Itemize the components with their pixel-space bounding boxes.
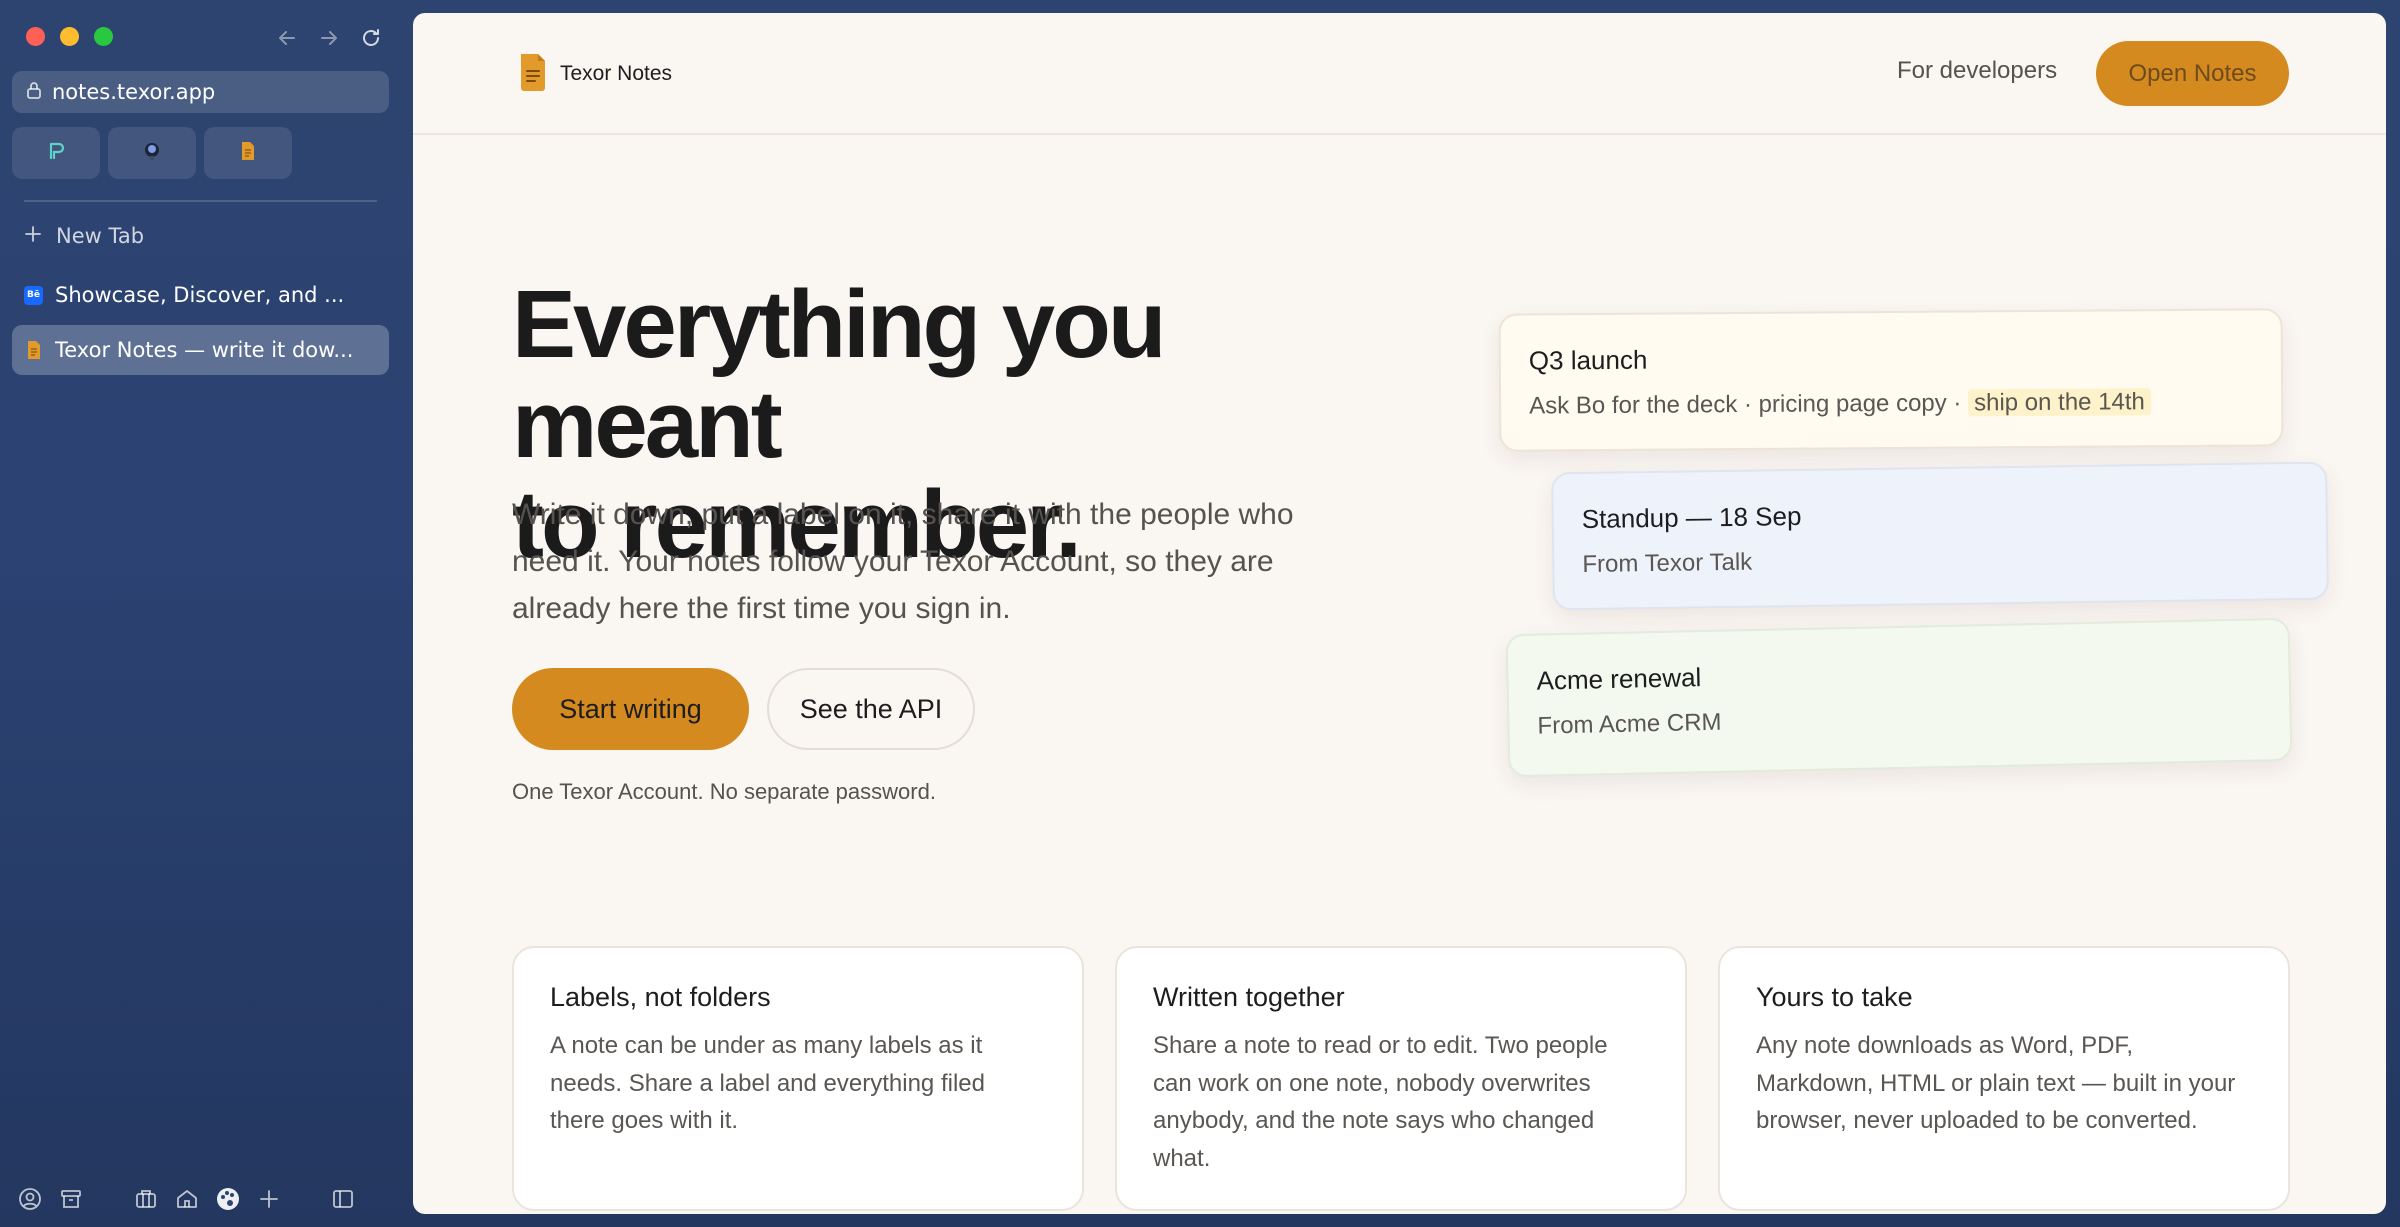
note-title: Acme renewal (1536, 662, 1702, 696)
navigation-controls (273, 24, 385, 52)
site-header: Texor Notes For developers Open Notes (413, 13, 2386, 135)
feature-body: A note can be under as many labels as it… (550, 1032, 985, 1134)
behance-favicon-icon: Bē (24, 285, 43, 305)
feature-body: Share a note to read or to edit. Two peo… (1153, 1032, 1608, 1172)
home-icon[interactable] (173, 1185, 201, 1213)
brand-name: Texor Notes (560, 62, 673, 85)
feature-card-yours-to-take: Yours to take Any note downloads as Word… (1718, 946, 2290, 1211)
sidebar-bottom-bar (16, 1185, 386, 1213)
web-page: Texor Notes For developers Open Notes Ev… (413, 13, 2386, 1214)
pinned-tab-threads[interactable] (12, 127, 100, 179)
note-card-acme-renewal: Acme renewal From Acme CRM (1505, 617, 2293, 778)
window-controls (26, 27, 113, 46)
feature-title: Written together (1153, 982, 1345, 1012)
plus-icon (24, 224, 42, 248)
note-body: Ask Bo for the deck · pricing page copy … (1529, 389, 1969, 420)
notes-logo-icon (518, 51, 548, 97)
minimize-window-button[interactable] (60, 27, 79, 46)
note-source: From Texor Talk (1582, 548, 1753, 578)
forward-arrow-icon[interactable] (315, 24, 343, 52)
feature-title: Labels, not folders (550, 982, 771, 1012)
tab-texor-notes[interactable]: Texor Notes — write it dow... (12, 325, 389, 375)
new-tab-button[interactable]: New Tab (12, 218, 389, 254)
tab-label: Texor Notes — write it dow... (55, 338, 354, 362)
feature-card-labels: Labels, not folders A note can be under … (512, 946, 1084, 1211)
open-notes-button[interactable]: Open Notes (2096, 41, 2289, 106)
new-tab-label: New Tab (56, 224, 145, 248)
feature-title: Yours to take (1756, 982, 1913, 1012)
notes-favicon-icon (24, 341, 43, 360)
see-the-api-button[interactable]: See the API (767, 668, 975, 750)
for-developers-link[interactable]: For developers (1897, 57, 2057, 85)
note-card-standup: Standup — 18 Sep From Texor Talk (1551, 461, 2329, 611)
feature-card-written-together: Written together Share a note to read or… (1115, 946, 1687, 1211)
brand-logo[interactable]: Texor Notes (518, 51, 672, 97)
pinned-tabs (12, 127, 292, 179)
microphone-icon (141, 140, 163, 166)
spaces-icon[interactable] (132, 1185, 160, 1213)
sidebar-divider (24, 200, 377, 202)
palette-icon[interactable] (214, 1185, 242, 1213)
lock-icon (26, 80, 42, 105)
profile-icon[interactable] (16, 1185, 44, 1213)
back-arrow-icon[interactable] (273, 24, 301, 52)
feature-body: Any note downloads as Word, PDF, Markdow… (1756, 1032, 2236, 1134)
pinned-tab-podcast[interactable] (108, 127, 196, 179)
close-window-button[interactable] (26, 27, 45, 46)
note-snippet: Ask Bo for the deck · pricing page copy … (1529, 387, 2253, 420)
archive-icon[interactable] (57, 1185, 85, 1213)
browser-sidebar: notes.texor.app New Tab Bē Showcase, Dis… (0, 0, 413, 1227)
note-card-q3-launch: Q3 launch Ask Bo for the deck · pricing … (1498, 308, 2284, 452)
notes-icon (240, 141, 256, 165)
tab-showcase[interactable]: Bē Showcase, Discover, and ... (12, 270, 389, 320)
note-title: Q3 launch (1528, 344, 1648, 376)
account-footnote: One Texor Account. No separate password. (512, 779, 936, 804)
hero-subtitle: Write it down, put a label on it, share … (512, 498, 1294, 625)
threads-icon (45, 140, 67, 166)
reload-icon[interactable] (357, 24, 385, 52)
note-title: Standup — 18 Sep (1581, 500, 1802, 534)
hero-title-line-1: Everything you meant (512, 271, 1166, 478)
start-writing-button[interactable]: Start writing (512, 668, 749, 750)
maximize-window-button[interactable] (94, 27, 113, 46)
address-bar[interactable]: notes.texor.app (12, 71, 389, 113)
note-highlight: ship on the 14th (1967, 388, 2151, 417)
add-space-icon[interactable] (255, 1185, 283, 1213)
toggle-sidebar-icon[interactable] (329, 1185, 357, 1213)
url-text: notes.texor.app (52, 80, 216, 104)
pinned-tab-notes[interactable] (204, 127, 292, 179)
note-source: From Acme CRM (1537, 708, 1722, 740)
tab-label: Showcase, Discover, and ... (55, 283, 345, 307)
